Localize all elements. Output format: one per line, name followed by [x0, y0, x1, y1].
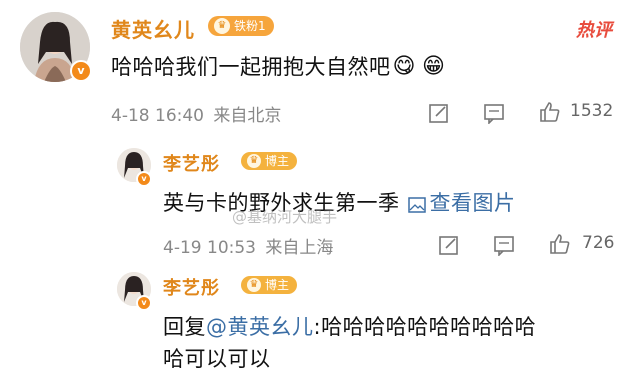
crown-icon: ♛ [214, 18, 230, 34]
post-text: 哈哈哈我们一起拥抱大自然吧 [111, 55, 391, 79]
post-source: 来自北京 [213, 106, 282, 126]
post-like-count: 1532 [570, 101, 614, 121]
post-username[interactable]: 黄英幺儿 [111, 14, 195, 43]
verified-icon: v [136, 171, 152, 187]
reply2-text-line1: 回复@黄英幺儿:哈哈哈哈哈哈哈哈哈哈 [163, 311, 536, 341]
reply-date: 4-19 [163, 238, 202, 258]
view-image-label: 查看图片 [429, 191, 516, 215]
reply-time: 10:53 [207, 238, 256, 258]
comment-icon[interactable] [483, 102, 505, 125]
fan-badge: ♛ 铁粉1 [208, 16, 274, 36]
blogger-badge: ♛ 博主 [241, 152, 298, 170]
reply-meta: 4-19 10:53 来自上海 [163, 233, 333, 258]
post-date: 4-18 [111, 106, 150, 126]
verified-icon: v [136, 295, 152, 311]
post-meta: 4-18 16:40 来自北京 [111, 101, 281, 126]
comment-icon[interactable] [493, 234, 515, 257]
fan-badge-label: 铁粉1 [234, 19, 266, 33]
reply-like-count: 726 [582, 233, 615, 253]
watermark: @基纳河大腿手 [232, 208, 338, 226]
post-text-line: 哈哈哈我们一起拥抱大自然吧 😋 😁 [111, 51, 445, 81]
reply-text-line: 英与卡的野外求生第一季 查看图片 [163, 187, 516, 217]
emoji-grin: 😁 [421, 53, 446, 79]
blogger-badge-label: 博主 [265, 278, 290, 292]
reply-username[interactable]: 李艺彤 [163, 274, 220, 300]
reply-username[interactable]: 李艺彤 [163, 150, 220, 176]
blogger-badge-label: 博主 [265, 154, 290, 168]
like-icon[interactable] [538, 100, 560, 122]
emoji-yum: 😋 [392, 53, 416, 79]
mention-link[interactable]: @黄英幺儿 [206, 315, 314, 339]
verified-icon: v [70, 60, 92, 82]
blogger-badge: ♛ 博主 [241, 276, 298, 294]
post-time: 16:40 [155, 106, 204, 126]
share-icon[interactable] [438, 234, 460, 256]
crown-icon: ♛ [247, 154, 261, 168]
reply2-text-line2: 哈可以可以 [163, 347, 271, 371]
share-icon[interactable] [428, 102, 450, 124]
hot-label: 热评 [576, 20, 612, 41]
crown-icon: ♛ [247, 278, 261, 292]
reply2-text: :哈哈哈哈哈哈哈哈哈哈 [313, 315, 537, 339]
reply-source: 来自上海 [265, 238, 334, 258]
view-image-link[interactable]: 查看图片 [407, 187, 516, 217]
like-icon[interactable] [548, 232, 570, 254]
reply-prefix: 回复 [163, 315, 206, 339]
image-icon [407, 194, 426, 213]
